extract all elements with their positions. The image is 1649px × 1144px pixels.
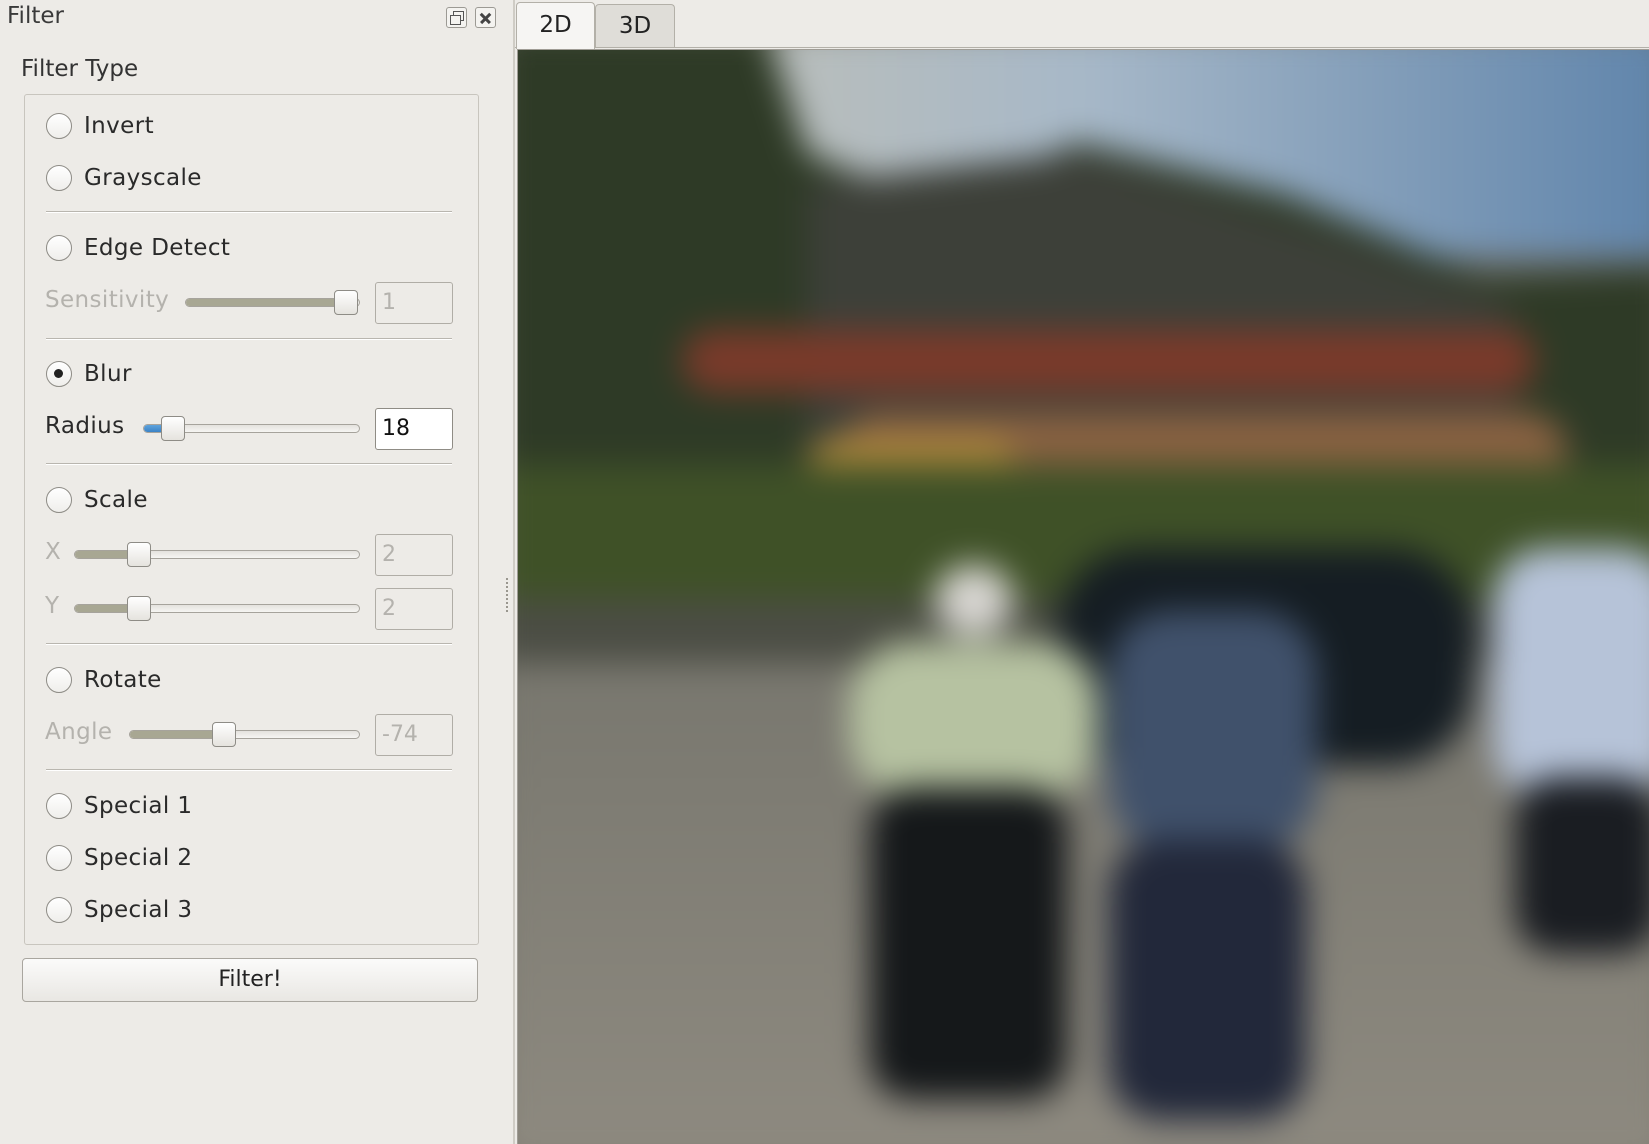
radius-slider-handle[interactable]	[161, 416, 185, 441]
filter-dock: Filter Filter Type Invert Grayscale Edge…	[0, 0, 510, 1144]
radio-grayscale[interactable]: Grayscale	[46, 163, 202, 193]
radio-invert-label: Invert	[84, 113, 154, 139]
splitter-handle[interactable]	[506, 578, 508, 612]
angle-slider-handle[interactable]	[212, 722, 236, 747]
sensitivity-slider-handle[interactable]	[334, 290, 358, 315]
radio-grayscale-label: Grayscale	[84, 165, 202, 191]
tab-2d[interactable]: 2D	[516, 2, 595, 49]
scale-x-label: X	[45, 539, 62, 565]
scale-y-spinbox[interactable]: 2	[375, 588, 453, 630]
angle-slider-fill	[130, 731, 224, 738]
radio-special-3-indicator[interactable]	[46, 897, 72, 923]
separator	[46, 769, 452, 771]
radio-edge-detect-label: Edge Detect	[84, 235, 231, 261]
radio-special-1[interactable]: Special 1	[46, 791, 192, 821]
radio-special-3[interactable]: Special 3	[46, 895, 192, 925]
dock-close-icon[interactable]	[475, 7, 496, 28]
scale-y-slider[interactable]	[74, 596, 360, 621]
separator	[46, 211, 452, 213]
scale-x-spinbox[interactable]: 2	[375, 534, 453, 576]
radio-scale-indicator[interactable]	[46, 487, 72, 513]
separator	[46, 643, 452, 645]
radio-edge-detect-indicator[interactable]	[46, 235, 72, 261]
angle-spinbox[interactable]: -74	[375, 714, 453, 756]
separator	[46, 463, 452, 465]
radio-special-2[interactable]: Special 2	[46, 843, 192, 873]
radio-blur-label: Blur	[84, 361, 132, 387]
radius-spinbox[interactable]: 18	[375, 408, 453, 450]
radio-special-1-indicator[interactable]	[46, 793, 72, 819]
scale-x-slider[interactable]	[74, 542, 360, 567]
radio-special-1-label: Special 1	[84, 793, 193, 819]
radio-invert[interactable]: Invert	[46, 111, 154, 141]
radio-grayscale-indicator[interactable]	[46, 165, 72, 191]
radio-rotate-indicator[interactable]	[46, 667, 72, 693]
radio-invert-indicator[interactable]	[46, 113, 72, 139]
radio-edge-detect[interactable]: Edge Detect	[46, 233, 230, 263]
angle-label: Angle	[45, 719, 113, 745]
tab-3d[interactable]: 3D	[595, 4, 675, 47]
scale-y-label: Y	[45, 593, 60, 619]
splitter-edge	[513, 0, 515, 1144]
sensitivity-label: Sensitivity	[45, 287, 170, 313]
image-viewer[interactable]	[517, 49, 1649, 1144]
radio-rotate-label: Rotate	[84, 667, 162, 693]
radio-special-2-label: Special 2	[84, 845, 193, 871]
radio-special-2-indicator[interactable]	[46, 845, 72, 871]
angle-slider[interactable]	[129, 722, 360, 747]
scale-y-slider-handle[interactable]	[127, 596, 151, 621]
radio-special-3-label: Special 3	[84, 897, 193, 923]
sensitivity-slider[interactable]	[185, 290, 360, 315]
radio-rotate[interactable]: Rotate	[46, 665, 162, 695]
dock-float-icon[interactable]	[446, 7, 467, 28]
radio-scale[interactable]: Scale	[46, 485, 148, 515]
radio-blur[interactable]: Blur	[46, 359, 132, 389]
filter-button[interactable]: Filter!	[22, 958, 478, 1002]
sensitivity-slider-fill	[186, 299, 346, 306]
blurred-photo	[518, 50, 1649, 1144]
radio-blur-indicator[interactable]	[46, 361, 72, 387]
view-tab-bar: 2D 3D	[515, 0, 1649, 49]
radio-scale-label: Scale	[84, 487, 148, 513]
separator	[46, 338, 452, 340]
scale-x-slider-handle[interactable]	[127, 542, 151, 567]
radius-label: Radius	[45, 413, 125, 439]
sensitivity-spinbox[interactable]: 1	[375, 282, 453, 324]
radius-slider[interactable]	[143, 416, 360, 441]
dock-title: Filter	[7, 3, 64, 29]
filter-type-group-title: Filter Type	[21, 56, 139, 82]
